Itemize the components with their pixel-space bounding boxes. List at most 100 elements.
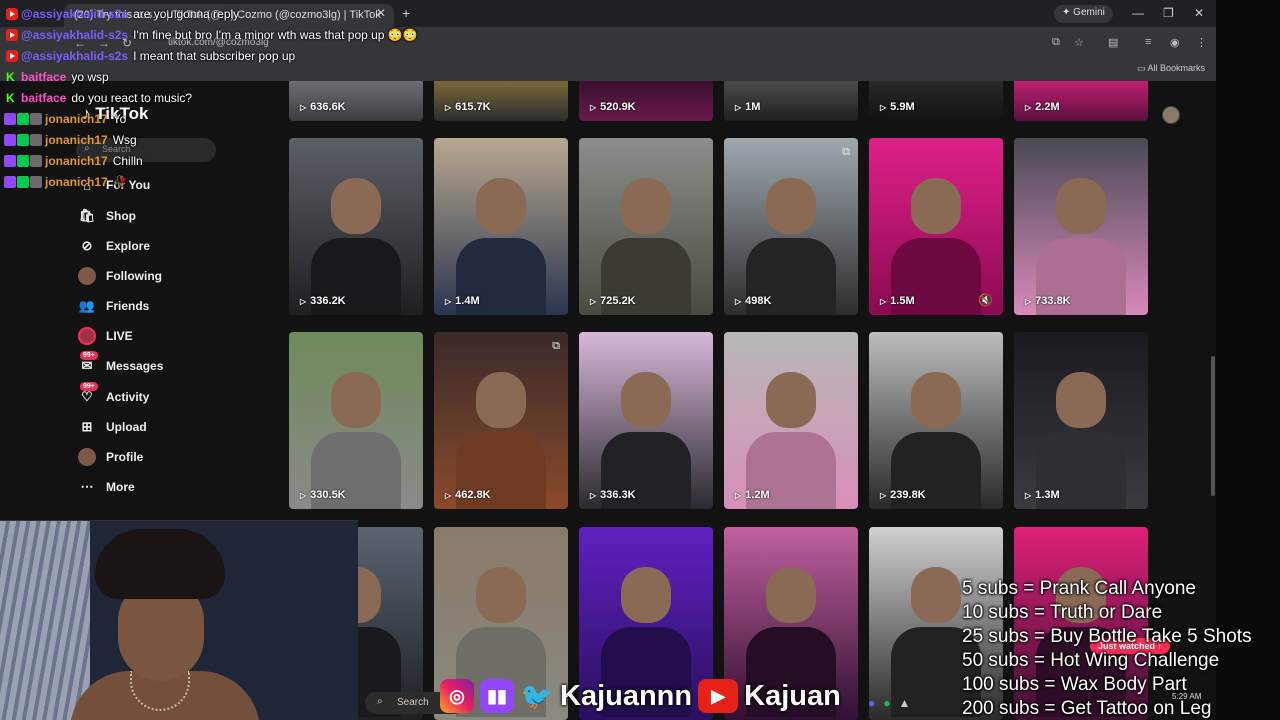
thumbnail-person: [911, 372, 961, 428]
new-tab-icon[interactable]: +: [402, 5, 410, 21]
sidebar-item-shop[interactable]: 🛍 Shop: [78, 203, 136, 229]
chat-message: jonanich17 Wsg: [0, 130, 137, 150]
video-tile[interactable]: ▷ 2.2M: [1014, 81, 1148, 121]
upload-icon: ⊞: [81, 419, 93, 434]
kick-icon: K: [6, 70, 15, 84]
view-count: ▷ 636.6K: [300, 101, 346, 113]
view-count: ▷ 520.9K: [590, 101, 636, 113]
view-count: ▷ 1M: [735, 101, 760, 113]
sidebar-item-label: Messages: [106, 359, 164, 373]
chat-username: @assiyakhalid-s2s: [21, 7, 129, 21]
kick-icon: K: [6, 91, 15, 105]
view-count-value: 1.5M: [890, 295, 915, 307]
video-tile[interactable]: ▷ 1.3M: [1014, 332, 1148, 509]
video-tile[interactable]: ▷ 1.5M 🔇: [869, 138, 1003, 315]
profile-icon[interactable]: ◉: [1170, 36, 1180, 49]
view-count: ▷ 1.5M: [880, 295, 915, 307]
sidebar-item-more[interactable]: ⋯ More: [78, 474, 135, 500]
video-tile[interactable]: ▷ 520.9K: [579, 81, 713, 121]
sidebar-item-activity[interactable]: ♡ 99+ Activity: [78, 382, 149, 410]
chat-text: Chilln: [112, 154, 143, 168]
video-tile[interactable]: ▷ 1.4M: [434, 138, 568, 315]
video-tile[interactable]: ▷ 5.9M: [869, 81, 1003, 121]
chat-text: Yo: [112, 112, 127, 126]
instagram-icon: ◎: [440, 679, 474, 713]
youtube-icon: [6, 8, 18, 20]
sidebar-item-label: LIVE: [106, 329, 133, 343]
bookmark-star-icon[interactable]: ☆: [1074, 36, 1084, 49]
mute-icon[interactable]: 🔇: [978, 293, 993, 307]
video-tile[interactable]: ▷ 725.2K: [579, 138, 713, 315]
view-count: ▷ 462.8K: [445, 489, 491, 501]
video-tile[interactable]: ▷ 462.8K ⧉: [434, 332, 568, 509]
view-count-value: 2.2M: [1035, 101, 1060, 113]
sidebar-item-profile[interactable]: Profile: [78, 444, 143, 470]
video-tile[interactable]: ▷ 615.7K: [434, 81, 568, 121]
play-icon: ▷: [300, 102, 307, 112]
twitch-icon: ▮▮: [480, 679, 514, 713]
window-blinds: [0, 521, 90, 720]
extensions-icon[interactable]: ≡: [1145, 36, 1151, 48]
video-tile[interactable]: ▷ 636.6K: [289, 81, 423, 121]
close-tab-icon[interactable]: ✕: [376, 6, 386, 20]
view-count-value: 1.4M: [455, 295, 480, 307]
spotify-tray-icon[interactable]: ●: [883, 696, 890, 710]
maximize-icon[interactable]: ❐: [1163, 6, 1174, 20]
thumbnail-person: [476, 178, 526, 234]
thumbnail-person: [331, 372, 381, 428]
chat-badge-icon: [17, 134, 29, 146]
all-bookmarks-button[interactable]: ▭ All Bookmarks: [1137, 63, 1205, 74]
view-count-value: 1M: [745, 101, 761, 113]
sidepanel-icon[interactable]: ▤: [1108, 36, 1118, 49]
view-count-value: 330.5K: [310, 489, 346, 501]
sidebar-item-live[interactable]: LIVE: [78, 323, 133, 349]
video-tile[interactable]: ▷ 330.5K: [289, 332, 423, 509]
view-count-value: 462.8K: [455, 489, 491, 501]
menu-icon[interactable]: ⋮: [1196, 36, 1207, 49]
chat-username: baitface: [21, 70, 67, 84]
video-tile[interactable]: ▷ 336.2K: [289, 138, 423, 315]
play-icon: ▷: [1025, 296, 1032, 306]
play-icon: ▷: [880, 296, 887, 306]
video-tile[interactable]: ▷ 733.8K: [1014, 138, 1148, 315]
sidebar-item-following[interactable]: Following: [78, 263, 162, 289]
sidebar-item-friends[interactable]: 👥 Friends: [78, 293, 149, 319]
play-icon: ▷: [445, 102, 452, 112]
video-tile[interactable]: ▷ 239.8K: [869, 332, 1003, 509]
video-tile[interactable]: ▷ 498K ⧉: [724, 138, 858, 315]
account-avatar[interactable]: [1162, 106, 1180, 124]
chat-username: jonanich17: [45, 175, 108, 189]
thumbnail-person: [621, 372, 671, 428]
sub-goal: 5 subs = Prank Call Anyone: [962, 578, 1196, 599]
video-tile[interactable]: ▷ 1.2M: [724, 332, 858, 509]
chat-text: do you react to music?: [71, 91, 193, 105]
gemini-button[interactable]: ✦ Gemini: [1054, 5, 1113, 23]
chat-message: @assiyakhalid-s2s are you gonna reply: [0, 4, 239, 24]
video-tile[interactable]: ▷ 336.3K: [579, 332, 713, 509]
sidebar-item-label: Friends: [106, 299, 150, 313]
sidebar-item-messages[interactable]: ✉ 99+ Messages: [78, 351, 164, 379]
play-icon: ▷: [1025, 102, 1032, 112]
notification-badge: 99+: [80, 351, 98, 360]
sidebar-item-explore[interactable]: ⊘ Explore: [78, 233, 150, 259]
chat-text: are you gonna reply: [133, 7, 240, 21]
view-count: ▷ 733.8K: [1025, 295, 1071, 307]
install-app-icon[interactable]: ⧉: [1052, 36, 1060, 49]
friends-icon: 👥: [78, 298, 96, 313]
youtube-icon: [6, 50, 18, 62]
chat-badge-icon: [4, 134, 16, 146]
view-count: ▷ 615.7K: [445, 101, 491, 113]
page-scrollbar[interactable]: [1211, 356, 1215, 496]
twitch-badges: [4, 176, 42, 188]
window-close-icon[interactable]: ✕: [1194, 6, 1204, 20]
play-icon: ▷: [590, 102, 597, 112]
play-icon: ▷: [590, 296, 597, 306]
minimize-icon[interactable]: —: [1132, 6, 1144, 20]
play-icon: ▷: [300, 490, 307, 500]
sidebar-item-label: Profile: [106, 450, 144, 464]
discord-tray-icon[interactable]: ●: [868, 696, 875, 710]
video-tile[interactable]: ▷ 1M: [724, 81, 858, 121]
tray-app-icon[interactable]: ▲: [899, 696, 911, 710]
sidebar-item-upload[interactable]: ⊞ Upload: [78, 414, 147, 440]
shop-icon: 🛍: [78, 208, 96, 223]
